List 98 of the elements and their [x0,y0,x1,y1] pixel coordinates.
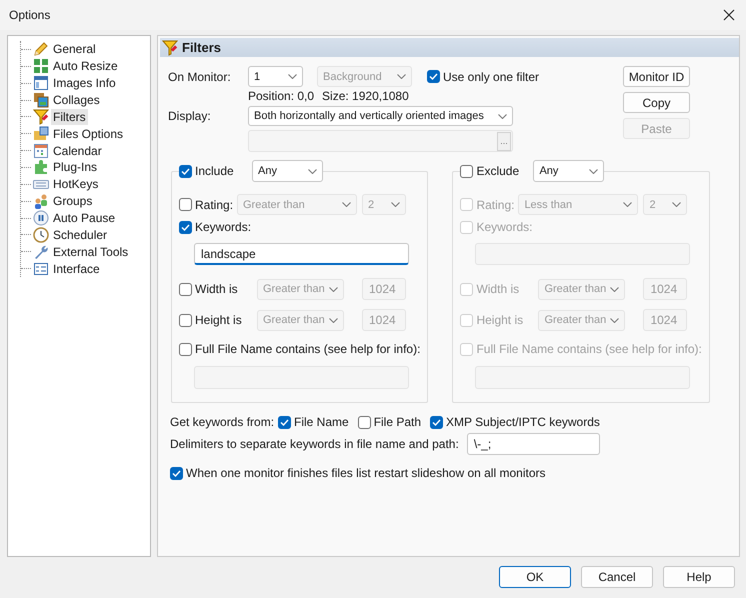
dialog-button[interactable]: Cancel [581,566,653,588]
match-dropdown[interactable]: Any [252,160,323,182]
checkbox-label: Rating: [195,198,234,212]
calendar-icon [33,142,49,159]
chevron-down-icon [610,318,620,322]
checkbox[interactable] [179,282,192,296]
browse-button[interactable]: ... [497,132,511,150]
dialog-button[interactable]: Help [663,566,735,588]
pause-icon [33,210,49,226]
checkbox-label: Keywords: [195,220,252,234]
checkbox[interactable] [179,198,192,211]
chevron-down-icon [672,202,682,207]
funnel-icon [162,40,178,56]
checkbox-label: Use only one filter [443,70,540,84]
funnel-icon [33,108,49,125]
chevron-down-icon [329,318,338,322]
checkbox[interactable] [427,70,440,83]
checkbox-label: Rating: [476,198,516,212]
grid-icon [33,58,49,74]
chevron-down-icon [342,202,351,207]
puzzle-icon [33,159,49,176]
sidebar-item[interactable]: Auto Pause [51,210,118,226]
field-label: On Monitor: [168,70,232,84]
size-text: Size: 1920,1080 [322,88,409,102]
sidebar-item[interactable]: Filters [51,108,88,125]
people-icon [33,193,49,210]
monitor-dropdown[interactable]: 1 [248,66,303,87]
window-icon [33,75,49,92]
checkmark-icon [429,73,438,80]
chevron-down-icon [498,114,507,118]
pencil-icon [33,41,49,58]
chevron-down-icon [589,168,598,174]
sidebar-item[interactable]: HotKeys [51,176,100,192]
path-field[interactable]: ... [248,130,513,152]
match-dropdown[interactable]: Any [533,160,604,182]
side-button[interactable]: Monitor ID [623,66,690,87]
window-title: Options [9,8,50,22]
checkbox[interactable] [460,164,474,178]
display-dropdown[interactable]: Both horizontally and vertically oriented images [248,106,513,126]
sidebar-item[interactable]: General [51,41,98,58]
checkmark-icon [181,224,190,230]
side-button[interactable]: Copy [623,92,690,113]
checkbox-label: Full File Name contains (see help for info): [476,342,702,356]
checkbox[interactable] [179,164,192,178]
checkbox[interactable] [358,416,371,428]
field-label: Delimiters to separate keywords in file name and path: [170,437,459,451]
checkbox[interactable] [278,416,291,428]
checkbox-label: Width is [195,282,239,296]
checkbox-label: Full File Name contains (see help for info): [195,342,420,356]
chevron-down-icon [391,202,400,207]
chevron-down-icon [623,202,632,207]
checkbox[interactable] [179,314,192,326]
field-label: Display: [168,109,212,123]
sidebar-item[interactable]: Groups [51,193,94,210]
checkmark-icon [181,168,190,174]
keywords-field[interactable]: landscape [194,243,409,265]
checkbox-label: Include [195,164,235,178]
checkmark-icon [432,418,442,426]
checkbox-label: Height is [195,313,243,327]
dialog-button[interactable]: OK [499,566,571,588]
position-text: Position: 0,0 [248,88,314,102]
chevron-down-icon [397,74,406,79]
sidebar-item[interactable]: Interface [51,260,102,277]
sidebar-item[interactable]: Images Info [51,75,118,92]
chevron-down-icon [288,74,297,79]
checkbox-label: When one monitor finishes files list restart slideshow on all monitors [186,466,546,480]
sidebar-item[interactable]: Plug-Ins [51,159,100,176]
checkbox-label: Keywords: [476,220,532,234]
checkbox-label: File Path [374,415,422,429]
sidebar-item[interactable]: Collages [51,92,102,108]
checkbox-label: File Name [294,415,349,429]
checkmark-icon [280,418,289,426]
list-icon [33,260,49,277]
checkbox[interactable] [170,466,183,480]
close-button[interactable] [722,8,736,22]
checkbox[interactable] [179,220,192,234]
sidebar-item[interactable]: Auto Resize [51,58,120,74]
chevron-down-icon [610,286,620,292]
chevron-down-icon [308,168,317,174]
page-title: Filters [182,40,222,55]
checkbox-label: Height is [476,313,524,327]
sidebar-item[interactable]: Scheduler [51,226,110,243]
clock-icon [33,226,49,243]
sidebar-item[interactable]: External Tools [51,244,130,260]
folder-icon [33,126,49,142]
checkbox[interactable] [430,416,444,428]
pictures-icon [33,92,49,108]
checkbox-label: XMP Subject/IPTC keywords [446,415,600,429]
delimiters-field[interactable]: \-_; [466,433,600,455]
chevron-down-icon [329,286,338,292]
field-label: Get keywords from: [170,415,276,429]
sidebar-item[interactable]: Files Options [51,126,126,142]
checkbox-label: Width is [476,282,520,296]
checkmark-icon [172,470,181,476]
checkbox-label: Exclude [476,164,520,178]
sidebar-item[interactable]: Calendar [51,142,104,159]
checkbox[interactable] [179,342,192,356]
wrench-icon [33,244,49,260]
